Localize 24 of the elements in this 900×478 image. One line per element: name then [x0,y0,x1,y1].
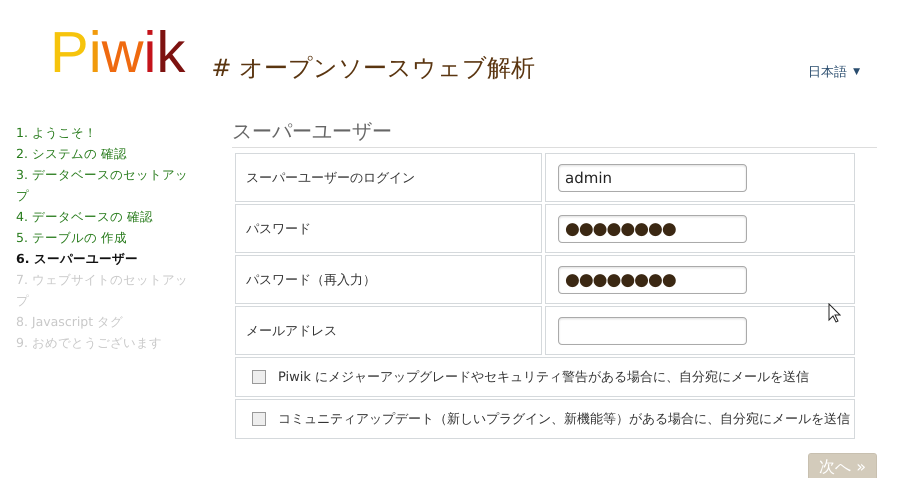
input-field[interactable]: ●●●●●●●● [558,214,747,242]
tagline: # オープンソースウェブ解析 [211,53,536,84]
input-field[interactable]: admin [558,164,747,192]
field-label: パスワード（再入力） [246,272,376,288]
caret-icon: ▼ [853,67,860,77]
checkbox[interactable] [252,412,266,426]
option-label: Piwik にメジャーアップグレードやセキュリティ警告がある場合に、自分宛にメールを送信 [278,369,810,386]
option-label: コミュニティアップデート（新しいプラグイン、新機能等）がある場合に、自分宛にメールを送信 [278,411,850,428]
step-item: 2. システムの 確認 [16,145,128,163]
step-item: 1. ようこそ！ [16,124,98,142]
logo: Piwik [50,24,186,82]
input-field[interactable]: ●●●●●●●● [558,266,747,294]
cursor-icon [828,303,841,323]
checkbox[interactable] [252,370,266,384]
step-item: 5. テーブルの 作成 [16,229,128,247]
field-label: メールアドレス [246,322,337,340]
field-label: スーパーユーザーのログイン [246,170,415,186]
step-item: 4. データベースの 確認 [16,208,154,226]
field-label: パスワード [246,220,311,238]
section-title: スーパーユーザー [232,118,877,148]
step-item: 3. データベースのセットアップ [16,166,188,205]
input-field[interactable] [558,316,747,344]
language-selector[interactable]: 日本語 ▼ [808,63,860,81]
step-item: 6. スーパーユーザー [16,250,139,268]
